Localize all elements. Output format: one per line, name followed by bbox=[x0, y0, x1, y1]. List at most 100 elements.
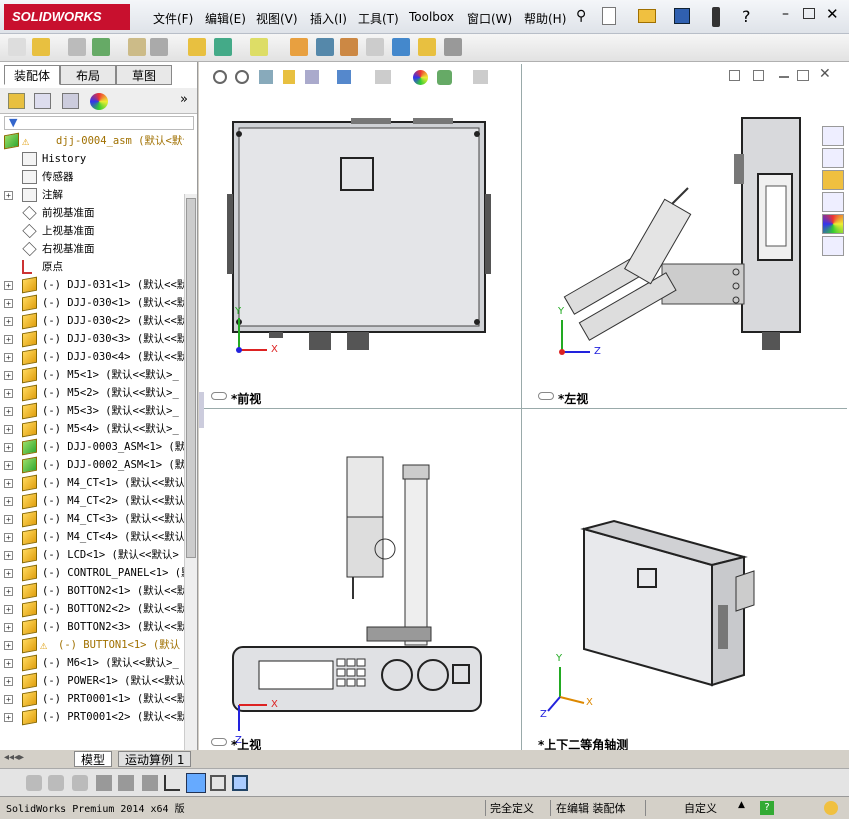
viewport-isometric[interactable]: Y X Z *上下二等角轴测 bbox=[521, 408, 847, 752]
view-icon-2[interactable] bbox=[48, 775, 64, 791]
expand-toggle-icon[interactable]: + bbox=[4, 191, 13, 200]
tree-item[interactable]: + (-) M4_CT<1> (默认<<默认 bbox=[0, 474, 184, 492]
expand-toggle-icon[interactable]: + bbox=[4, 497, 13, 506]
tab-scroll-arrows-icon[interactable]: ◂◂◂▸ bbox=[4, 752, 24, 763]
close-icon[interactable]: ✕ bbox=[826, 5, 839, 23]
two-view-icon[interactable] bbox=[210, 775, 226, 791]
tree-item[interactable]: History bbox=[0, 150, 184, 168]
tree-item[interactable]: + (-) PRT0001<1> (默认<<默 bbox=[0, 690, 184, 708]
axes-view-icon[interactable] bbox=[164, 775, 180, 791]
tree-item[interactable]: + (-) DJJ-030<3> (默认<<默 bbox=[0, 330, 184, 348]
filter-icon[interactable]: ▼ bbox=[9, 116, 17, 129]
units-dropdown-icon[interactable]: ▲ bbox=[738, 800, 745, 810]
tree-item[interactable]: + (-) DJJ-030<4> (默认<<默 bbox=[0, 348, 184, 366]
expand-toggle-icon[interactable]: + bbox=[4, 641, 13, 650]
tree-item[interactable]: + (-) M4_CT<3> (默认<<默认 bbox=[0, 510, 184, 528]
tab-sketch[interactable]: 草图 bbox=[116, 65, 172, 85]
show-hidden-icon[interactable] bbox=[188, 38, 206, 56]
view-icon-1[interactable] bbox=[26, 775, 42, 791]
menu-file[interactable]: 文件(F) bbox=[153, 10, 193, 27]
tree-item[interactable]: + (-) M6<1> (默认<<默认>_ bbox=[0, 654, 184, 672]
menu-toolbox[interactable]: Toolbox bbox=[409, 10, 454, 24]
expand-toggle-icon[interactable]: + bbox=[4, 425, 13, 434]
panel-splitter-handle[interactable] bbox=[199, 392, 204, 428]
expand-toggle-icon[interactable]: + bbox=[4, 317, 13, 326]
interference-detection-icon[interactable] bbox=[392, 38, 410, 56]
expand-toggle-icon[interactable]: + bbox=[4, 623, 13, 632]
notification-icon[interactable] bbox=[824, 801, 838, 815]
units-selector[interactable]: 自定义 bbox=[684, 800, 717, 816]
expand-toggle-icon[interactable]: + bbox=[4, 407, 13, 416]
property-manager-icon[interactable] bbox=[34, 93, 51, 109]
viewport-top[interactable]: Z X *上视 bbox=[201, 408, 521, 752]
tree-item[interactable]: 原点 bbox=[0, 258, 184, 276]
expand-toggle-icon[interactable]: + bbox=[4, 479, 13, 488]
expand-toggle-icon[interactable]: + bbox=[4, 353, 13, 362]
expand-toggle-icon[interactable]: + bbox=[4, 443, 13, 452]
solidworks-logo[interactable]: SOLIDWORKS bbox=[4, 4, 130, 30]
tree-item[interactable]: + (-) M5<1> (默认<<默认>_ bbox=[0, 366, 184, 384]
new-motion-study-icon[interactable] bbox=[290, 38, 308, 56]
open-folder-icon[interactable] bbox=[638, 9, 656, 23]
linear-pattern-icon[interactable] bbox=[92, 38, 110, 56]
new-document-icon[interactable] bbox=[602, 7, 616, 25]
custom-properties-icon[interactable] bbox=[822, 236, 844, 256]
tree-item[interactable]: + (-) DJJ-030<2> (默认<<默 bbox=[0, 312, 184, 330]
insert-component-icon[interactable] bbox=[32, 38, 50, 56]
tree-item[interactable]: + (-) M5<4> (默认<<默认>_ bbox=[0, 420, 184, 438]
filter-bar[interactable]: ▼ bbox=[4, 116, 194, 130]
tree-item[interactable]: + (-) DJJ-030<1> (默认<<默 bbox=[0, 294, 184, 312]
expand-toggle-icon[interactable]: + bbox=[4, 335, 13, 344]
tab-model[interactable]: 模型 bbox=[74, 751, 113, 767]
tree-item[interactable]: + (-) POWER<1> (默认<<默认 bbox=[0, 672, 184, 690]
tree-item[interactable]: + (-) DJJ-031<1> (默认<<默 bbox=[0, 276, 184, 294]
expand-toggle-icon[interactable]: + bbox=[4, 551, 13, 560]
tree-item[interactable]: + (-) BOTTON2<1> (默认<<默 bbox=[0, 582, 184, 600]
menu-insert[interactable]: 插入(I) bbox=[310, 10, 347, 27]
viewport-left[interactable]: Y Z *左视 bbox=[521, 64, 847, 408]
expand-toggle-icon[interactable]: + bbox=[4, 281, 13, 290]
display-manager-icon[interactable] bbox=[90, 93, 108, 110]
configuration-manager-icon[interactable] bbox=[62, 93, 79, 109]
tree-item[interactable]: + (-) DJJ-0003_ASM<1> (默 bbox=[0, 438, 184, 456]
tree-item[interactable]: + 注解 bbox=[0, 186, 184, 204]
expand-toggle-icon[interactable]: + bbox=[4, 299, 13, 308]
tree-item[interactable]: 传感器 bbox=[0, 168, 184, 186]
assembly-features-icon[interactable] bbox=[214, 38, 232, 56]
tree-item[interactable]: + (-) BOTTON2<3> (默认<<默 bbox=[0, 618, 184, 636]
exploded-view-icon[interactable] bbox=[340, 38, 358, 56]
mate-icon[interactable] bbox=[68, 38, 86, 56]
file-explorer-icon[interactable] bbox=[822, 170, 844, 190]
rebuild-traffic-light-icon[interactable] bbox=[712, 7, 720, 27]
tree-item[interactable]: + ⚠ (-) BUTTON1<1> (默认 bbox=[0, 636, 184, 654]
tree-item[interactable]: 右视基准面 bbox=[0, 240, 184, 258]
expand-toggle-icon[interactable]: + bbox=[4, 587, 13, 596]
expand-toggle-icon[interactable]: + bbox=[4, 533, 13, 542]
expand-panel-icon[interactable]: » bbox=[180, 92, 188, 107]
align-icon[interactable] bbox=[142, 775, 158, 791]
tab-layout[interactable]: 布局 bbox=[60, 65, 116, 85]
save-icon[interactable] bbox=[674, 8, 690, 24]
clearance-verification-icon[interactable] bbox=[418, 38, 436, 56]
menu-tools[interactable]: 工具(T) bbox=[358, 10, 399, 27]
tree-item[interactable]: + (-) M5<3> (默认<<默认>_ bbox=[0, 402, 184, 420]
tab-motion-study-1[interactable]: 运动算例 1 bbox=[118, 751, 192, 767]
expand-toggle-icon[interactable]: + bbox=[4, 371, 13, 380]
view-icon-3[interactable] bbox=[72, 775, 88, 791]
expand-toggle-icon[interactable]: + bbox=[4, 677, 13, 686]
single-view-icon[interactable] bbox=[186, 773, 206, 793]
pin-icon[interactable]: ⚲ bbox=[576, 8, 586, 24]
expand-toggle-icon[interactable]: + bbox=[4, 569, 13, 578]
front-view-link-icon[interactable] bbox=[211, 392, 227, 400]
tree-item[interactable]: + (-) BOTTON2<2> (默认<<默 bbox=[0, 600, 184, 618]
home-icon[interactable] bbox=[822, 126, 844, 146]
tree-item[interactable]: 上视基准面 bbox=[0, 222, 184, 240]
tree-item[interactable]: + (-) M4_CT<4> (默认<<默认 bbox=[0, 528, 184, 546]
tree-item[interactable]: + (-) PRT0001<2> (默认<<默 bbox=[0, 708, 184, 726]
menu-help[interactable]: 帮助(H) bbox=[524, 10, 566, 27]
tree-item[interactable]: + (-) CONTROL_PANEL<1> (默 bbox=[0, 564, 184, 582]
smart-fasteners-icon[interactable] bbox=[128, 38, 146, 56]
quick-tips-icon[interactable]: ? bbox=[760, 801, 774, 815]
graphics-area[interactable]: ✕ Y X *前视 Y Z *左视 Z X *上视 Y X Z *上下二等角轴测 bbox=[199, 62, 849, 768]
tree-item[interactable]: + (-) LCD<1> (默认<<默认> bbox=[0, 546, 184, 564]
